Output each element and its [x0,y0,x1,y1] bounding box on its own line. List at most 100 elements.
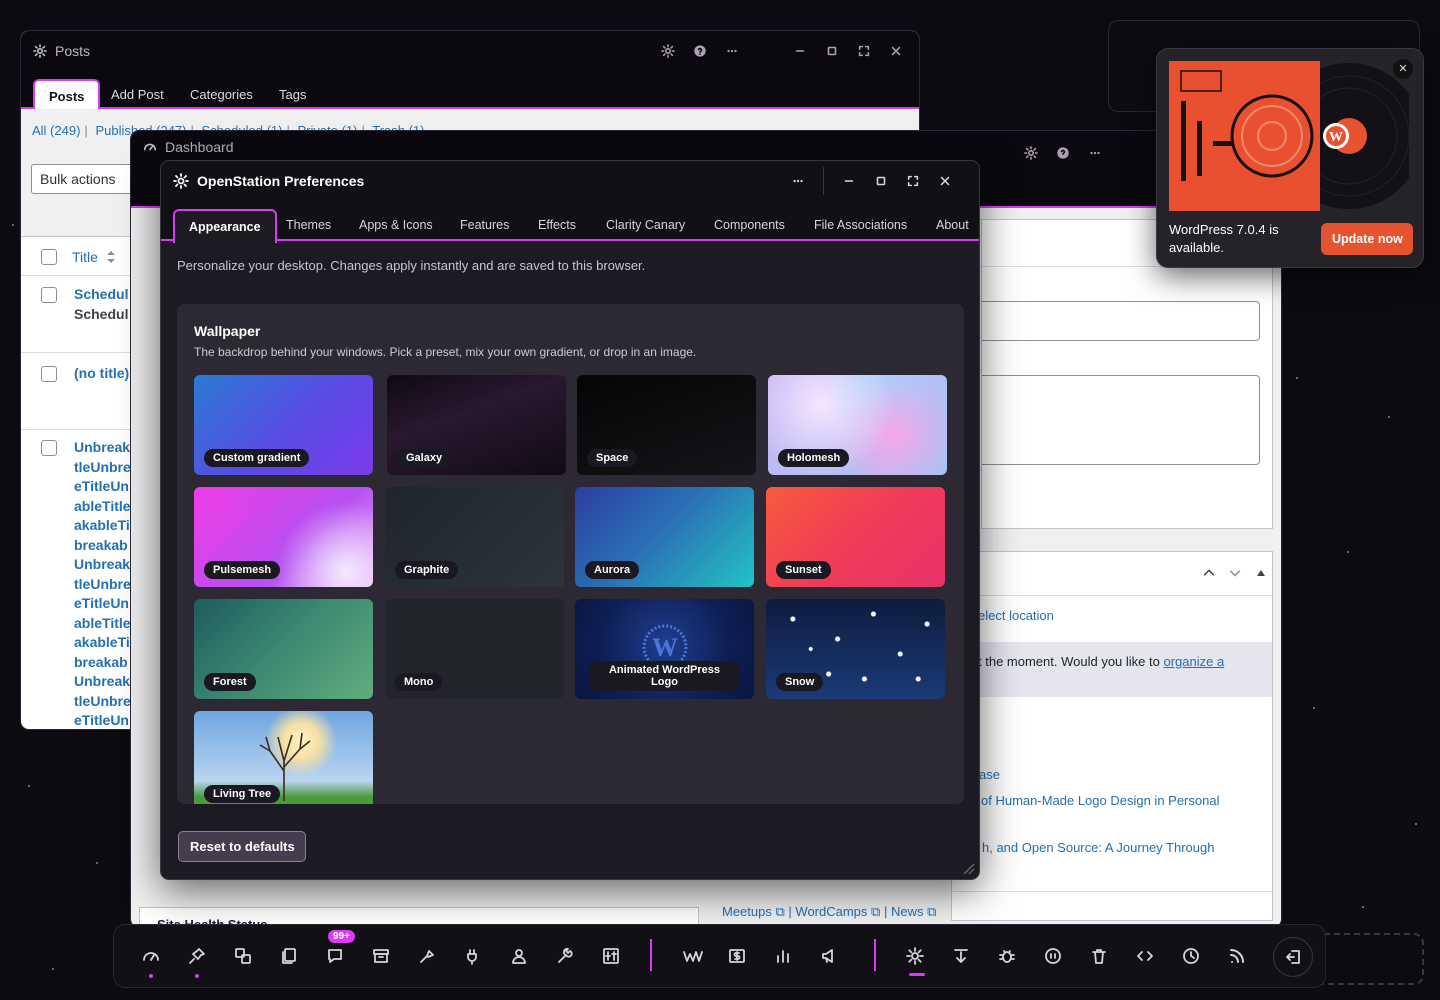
news-item[interactable]: of Human-Made Logo Design in Personal [981,793,1219,808]
post-title-link[interactable]: (no title) [74,365,129,381]
close-notification-button[interactable]: ✕ [1393,59,1413,79]
meetups-link[interactable]: Meetups [722,904,772,919]
settings-grid-icon[interactable] [600,945,622,967]
media-icon[interactable] [232,945,254,967]
settings-icon[interactable] [661,44,675,58]
woo-icon[interactable] [680,945,706,967]
tab-posts[interactable]: Posts [33,79,101,109]
post-title-link-long[interactable]: Unbreak tleUnbre eTitleUn ableTitle akab… [74,438,131,729]
reset-to-defaults-button[interactable]: Reset to defaults [178,831,306,862]
sort-icon[interactable] [106,250,116,264]
close-icon[interactable] [938,174,952,188]
wallpaper-label: Mono [395,673,443,691]
wallpaper-sunset[interactable]: Sunset [766,487,945,587]
taskbar: 99+ [113,924,1326,988]
events-card [951,551,1273,921]
news-link[interactable]: News [891,904,924,919]
tab-categories[interactable]: Categories [176,79,267,109]
wallpaper-snow[interactable]: Snow [766,599,945,699]
users-icon[interactable] [508,945,530,967]
select-location-link[interactable]: elect location [978,608,1054,623]
rss-icon[interactable] [1226,945,1248,967]
chevron-up-icon[interactable] [1202,566,1216,580]
wallpaper-holomesh[interactable]: Holomesh [768,375,947,475]
tab-file-associations[interactable]: File Associations [800,209,921,241]
gear-icon[interactable] [904,945,926,967]
dollar-icon[interactable] [726,945,748,967]
wallpaper-space[interactable]: Space [577,375,756,475]
settings-icon[interactable] [1024,146,1038,160]
appearance-icon[interactable] [416,945,438,967]
tab-clarity-canary[interactable]: Clarity Canary [592,209,699,241]
circle-icon[interactable] [1042,945,1064,967]
minimize-icon[interactable] [793,44,807,58]
wallpaper-aurora[interactable]: Aurora [575,487,754,587]
close-icon[interactable] [889,44,903,58]
resize-handle-icon[interactable] [961,861,975,875]
organize-link[interactable]: organize a [1163,654,1224,669]
select-all-checkbox[interactable] [41,249,57,265]
tab-appearance[interactable]: Appearance [173,209,277,243]
tab-tags[interactable]: Tags [265,79,320,109]
marketing-icon[interactable] [818,945,840,967]
tab-about[interactable]: About [922,209,979,241]
title-line: eTitleUn [74,712,129,728]
row-checkbox[interactable] [41,440,57,456]
fullscreen-icon[interactable] [857,44,871,58]
comments-icon[interactable] [324,945,346,967]
draft-content-textarea[interactable] [982,375,1260,465]
bug-icon[interactable] [996,945,1018,967]
clock-icon[interactable] [1180,945,1202,967]
wallpaper-galaxy[interactable]: Galaxy [387,375,566,475]
dashboard-titlebar[interactable]: Dashboard [131,131,1281,163]
news-item[interactable]: ase [979,767,1000,782]
help-icon[interactable] [1056,146,1070,160]
update-now-button[interactable]: Update now [1321,223,1413,255]
more-icon[interactable] [725,44,739,58]
tools-icon[interactable] [554,945,576,967]
more-icon[interactable] [791,174,805,188]
wallpaper-graphite[interactable]: Graphite [385,487,564,587]
wallpaper-label: Graphite [395,561,459,579]
wallpaper-animated-wp-logo[interactable]: W Animated WordPress Logo [575,599,754,699]
wallpaper-pulsemesh[interactable]: Pulsemesh [194,487,373,587]
maximize-icon[interactable] [874,174,888,188]
code-icon[interactable] [1134,945,1156,967]
trash-icon[interactable] [1088,945,1110,967]
dashboard-icon[interactable] [140,945,162,967]
stats-icon[interactable] [772,945,794,967]
maximize-icon[interactable] [825,44,839,58]
news-item[interactable]: h, and Open Source: A Journey Through [982,840,1214,855]
tab-add-post[interactable]: Add Post [97,79,178,109]
row-checkbox[interactable] [41,287,57,303]
plugins-icon[interactable] [462,945,484,967]
column-title[interactable]: Title [72,249,98,265]
wallpaper-label: Snow [776,673,824,691]
tab-effects[interactable]: Effects [524,209,590,241]
draft-title-input[interactable] [982,301,1260,341]
tab-apps-icons[interactable]: Apps & Icons [345,209,447,241]
bulk-actions-select[interactable]: Bulk actions [31,164,146,194]
download-icon[interactable] [950,945,972,967]
pages-icon[interactable] [278,945,300,967]
filter-all[interactable]: All (249) [32,123,80,138]
pin-icon[interactable] [186,945,208,967]
more-icon[interactable] [1088,146,1102,160]
archive-icon[interactable] [370,945,392,967]
tab-features[interactable]: Features [446,209,523,241]
wallpaper-mono[interactable]: Mono [385,599,564,699]
collapse-icon[interactable] [1256,569,1266,577]
minimize-icon[interactable] [842,174,856,188]
tab-themes[interactable]: Themes [272,209,345,241]
fullscreen-icon[interactable] [906,174,920,188]
wordcamps-link[interactable]: WordCamps [795,904,867,919]
logout-button[interactable] [1273,937,1313,977]
wallpaper-custom-gradient[interactable]: Custom gradient [194,375,373,475]
wallpaper-living-tree[interactable]: Living Tree [194,711,373,804]
row-checkbox[interactable] [41,366,57,382]
tab-components[interactable]: Components [700,209,799,241]
help-icon[interactable] [693,44,707,58]
wallpaper-forest[interactable]: Forest [194,599,373,699]
chevron-down-icon[interactable] [1228,566,1242,580]
post-title-link[interactable]: Schedul [74,286,128,302]
